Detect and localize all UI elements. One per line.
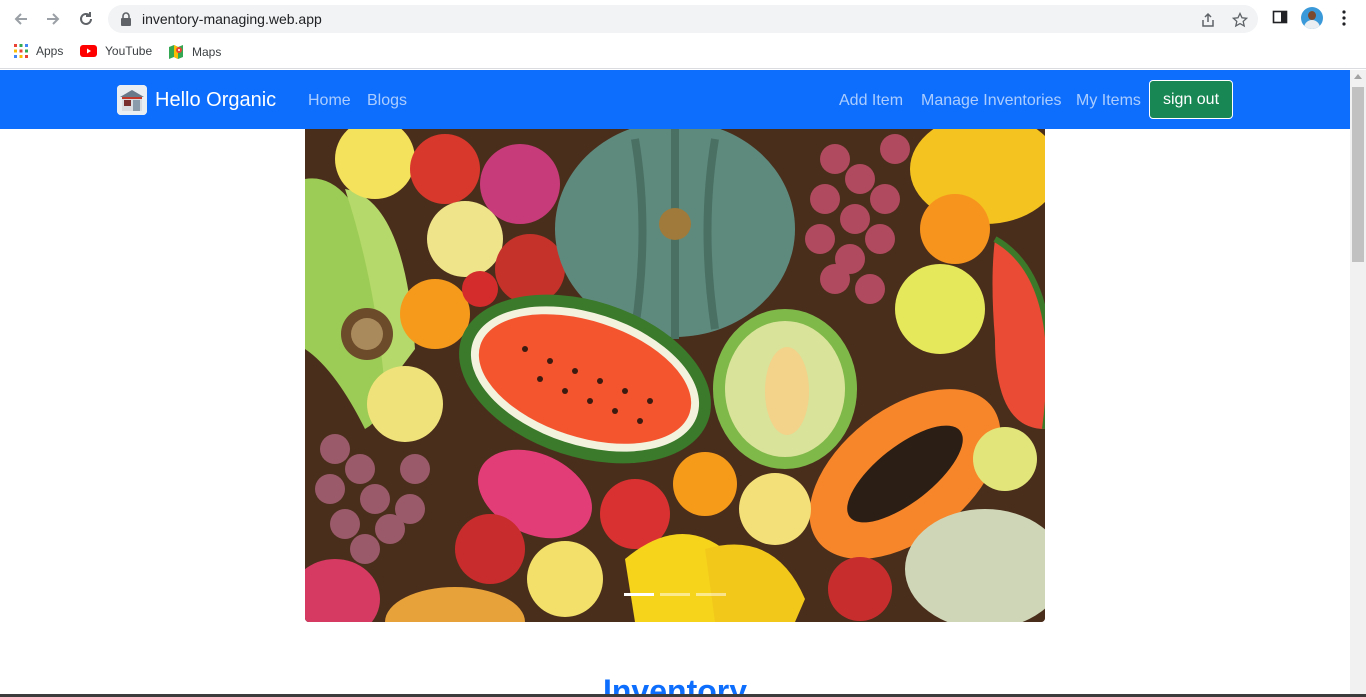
bookmarks-bar: Apps YouTube Maps <box>0 38 1366 69</box>
back-button[interactable] <box>9 7 33 31</box>
hero-carousel[interactable] <box>305 129 1045 622</box>
nav-link-blogs[interactable]: Blogs <box>367 92 407 110</box>
carousel-indicator[interactable] <box>696 593 726 596</box>
bookmark-maps[interactable]: Maps <box>168 44 221 60</box>
url-text: inventory-managing.web.app <box>142 11 322 27</box>
youtube-icon <box>80 45 97 57</box>
nav-link-add-item[interactable]: Add Item <box>839 92 903 110</box>
profile-avatar[interactable] <box>1301 7 1323 29</box>
reload-icon <box>80 12 92 25</box>
nav-link-manage-inventories[interactable]: Manage Inventories <box>921 92 1062 110</box>
carousel-indicator[interactable] <box>624 593 654 596</box>
nav-link-home[interactable]: Home <box>308 92 351 110</box>
browser-toolbar: inventory-managing.web.app <box>0 0 1366 38</box>
sign-out-button[interactable]: sign out <box>1149 80 1233 119</box>
nav-link-my-items[interactable]: My Items <box>1076 92 1141 110</box>
bookmark-apps[interactable]: Apps <box>14 44 63 58</box>
page-viewport: Hello Organic Home Blogs Add Item Manage… <box>0 70 1350 697</box>
carousel-indicators <box>624 593 726 596</box>
apps-grid-icon <box>14 44 28 58</box>
brand[interactable]: Hello Organic <box>117 85 276 115</box>
scroll-up-arrow-icon[interactable] <box>1354 74 1362 79</box>
reload-button[interactable] <box>74 7 98 31</box>
store-logo-icon <box>117 85 147 115</box>
bookmark-youtube[interactable]: YouTube <box>80 44 152 58</box>
site-navbar: Hello Organic Home Blogs Add Item Manage… <box>0 70 1350 129</box>
bookmark-star-icon[interactable] <box>1232 12 1248 28</box>
share-icon[interactable] <box>1200 12 1216 28</box>
maps-icon <box>169 45 183 59</box>
menu-kebab-icon[interactable] <box>1337 9 1351 27</box>
scroll-thumb[interactable] <box>1352 87 1364 262</box>
bookmark-label: YouTube <box>105 44 153 58</box>
fruit-slide-image <box>305 129 1045 622</box>
page-scrollbar[interactable] <box>1350 70 1366 697</box>
forward-arrow-icon <box>47 13 60 25</box>
address-bar[interactable]: inventory-managing.web.app <box>108 5 1258 33</box>
forward-button[interactable] <box>41 7 65 31</box>
carousel-indicator[interactable] <box>660 593 690 596</box>
bookmark-label: Maps <box>192 45 222 59</box>
back-arrow-icon <box>14 13 27 25</box>
side-panel-icon[interactable] <box>1272 9 1288 25</box>
brand-name: Hello Organic <box>155 88 277 111</box>
lock-icon <box>121 12 131 26</box>
bookmark-label: Apps <box>36 44 64 58</box>
